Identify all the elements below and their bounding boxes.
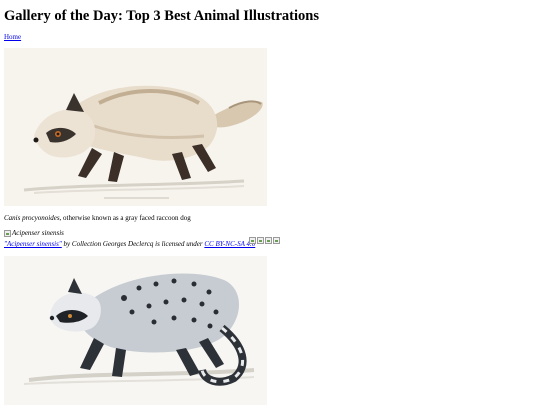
raccoon-dog-drawing bbox=[4, 48, 267, 206]
credit-text: by Collection Georges Declercq is licens… bbox=[61, 240, 205, 248]
license-badges bbox=[249, 237, 280, 244]
page-title: Gallery of the Day: Top 3 Best Animal Il… bbox=[4, 8, 319, 24]
nc-icon[interactable] bbox=[265, 237, 272, 244]
cc-icon[interactable] bbox=[249, 237, 256, 244]
caption-text: , otherwise known as a gray faced raccoo… bbox=[59, 214, 191, 222]
raccoon-dog-illustration bbox=[4, 48, 267, 206]
broken-image-alt: Acipenser sinensis bbox=[12, 229, 64, 237]
civet-drawing bbox=[4, 256, 267, 405]
home-link[interactable]: Home bbox=[4, 33, 21, 41]
broken-image: Acipenser sinensis bbox=[4, 229, 64, 237]
broken-image-icon bbox=[4, 229, 11, 237]
by-icon[interactable] bbox=[257, 237, 264, 244]
civet-illustration bbox=[4, 256, 267, 405]
species-name: Canis procyonoides bbox=[4, 214, 60, 222]
artwork-title-link[interactable]: "Acipenser sinensis" bbox=[4, 240, 62, 248]
sa-icon[interactable] bbox=[273, 237, 280, 244]
license-link[interactable]: CC BY-NC-SA 4.0 bbox=[204, 240, 255, 248]
image-credit: "Acipenser sinensis" by Collection Georg… bbox=[4, 240, 255, 248]
raccoon-dog-caption: Canis procyonoides, otherwise known as a… bbox=[4, 214, 191, 222]
